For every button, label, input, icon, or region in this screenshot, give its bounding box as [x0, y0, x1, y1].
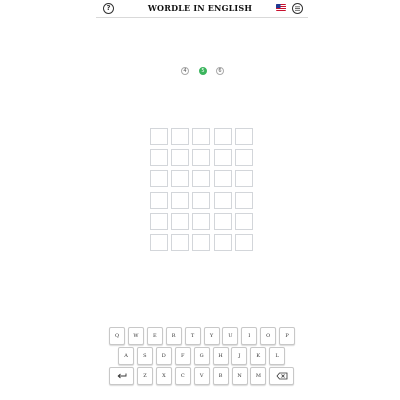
key-g[interactable]: G — [193, 347, 210, 365]
board-tile — [234, 212, 253, 230]
board-tile — [150, 191, 168, 209]
board-tile — [150, 128, 168, 145]
key-o[interactable]: O — [260, 327, 277, 345]
board-tile — [150, 149, 168, 167]
word-length-selector: 4 5 6 — [0, 67, 400, 76]
word-length-option-5[interactable]: 5 — [199, 67, 207, 75]
key-e[interactable]: E — [146, 327, 163, 345]
key-a[interactable]: A — [118, 347, 134, 365]
key-l[interactable]: L — [269, 347, 286, 365]
board-tile — [150, 170, 168, 188]
board-tile — [171, 234, 190, 251]
board-tile — [213, 212, 232, 230]
board-tile — [192, 128, 211, 145]
help-button[interactable]: ? — [103, 3, 114, 14]
key-n[interactable]: N — [231, 367, 248, 385]
key-h[interactable]: H — [212, 347, 229, 365]
key-t[interactable]: T — [184, 327, 201, 345]
key-w[interactable]: W — [127, 327, 144, 345]
board-tile — [192, 191, 211, 209]
board-tile — [171, 128, 190, 145]
enter-key[interactable] — [109, 367, 134, 385]
key-d[interactable]: D — [155, 347, 172, 365]
us-flag-icon[interactable] — [276, 4, 286, 11]
board-tile — [213, 234, 232, 251]
board-tile — [213, 170, 232, 188]
key-j[interactable]: J — [231, 347, 248, 365]
board-tile — [150, 212, 168, 230]
menu-button[interactable] — [292, 3, 303, 14]
board-tile — [234, 170, 253, 188]
key-u[interactable]: U — [222, 327, 239, 345]
key-p[interactable]: P — [279, 327, 296, 345]
backspace-icon — [276, 372, 287, 380]
board-tile — [234, 149, 253, 167]
board-tile — [234, 191, 253, 209]
board-tile — [213, 191, 232, 209]
key-y[interactable]: Y — [203, 327, 220, 345]
key-s[interactable]: S — [136, 347, 153, 365]
word-length-option-4[interactable]: 4 — [181, 67, 189, 75]
keyboard-row-2: ASDFGHJKL — [118, 347, 288, 365]
board-tile — [234, 128, 253, 145]
board-tile — [171, 149, 190, 167]
word-length-option-6[interactable]: 6 — [216, 67, 224, 75]
board-tile — [213, 149, 232, 167]
keyboard-row-3: ZXCVBNM — [109, 367, 299, 385]
board-tile — [234, 234, 253, 251]
menu-icon — [295, 6, 300, 11]
key-i[interactable]: I — [241, 327, 258, 345]
key-m[interactable]: M — [250, 367, 267, 385]
board-tile — [171, 191, 190, 209]
board-tile — [192, 149, 211, 167]
backspace-key[interactable] — [269, 367, 294, 385]
board-tile — [171, 212, 190, 230]
key-k[interactable]: K — [250, 347, 267, 365]
page-title: WORDLE IN ENGLISH — [147, 3, 253, 13]
key-x[interactable]: X — [155, 367, 172, 385]
key-z[interactable]: Z — [137, 367, 153, 385]
board-tile — [171, 170, 190, 188]
key-r[interactable]: R — [165, 327, 182, 345]
key-c[interactable]: C — [174, 367, 191, 385]
keyboard-row-1: QWERTYUIOP — [109, 327, 299, 345]
board-tile — [213, 128, 232, 145]
key-v[interactable]: V — [193, 367, 210, 385]
board-tile — [192, 170, 211, 188]
board-tile — [192, 212, 211, 230]
key-q[interactable]: Q — [109, 327, 125, 345]
board-tile — [150, 234, 168, 251]
key-b[interactable]: B — [212, 367, 229, 385]
board-tile — [192, 234, 211, 251]
enter-return-icon — [117, 373, 126, 379]
key-f[interactable]: F — [174, 347, 191, 365]
